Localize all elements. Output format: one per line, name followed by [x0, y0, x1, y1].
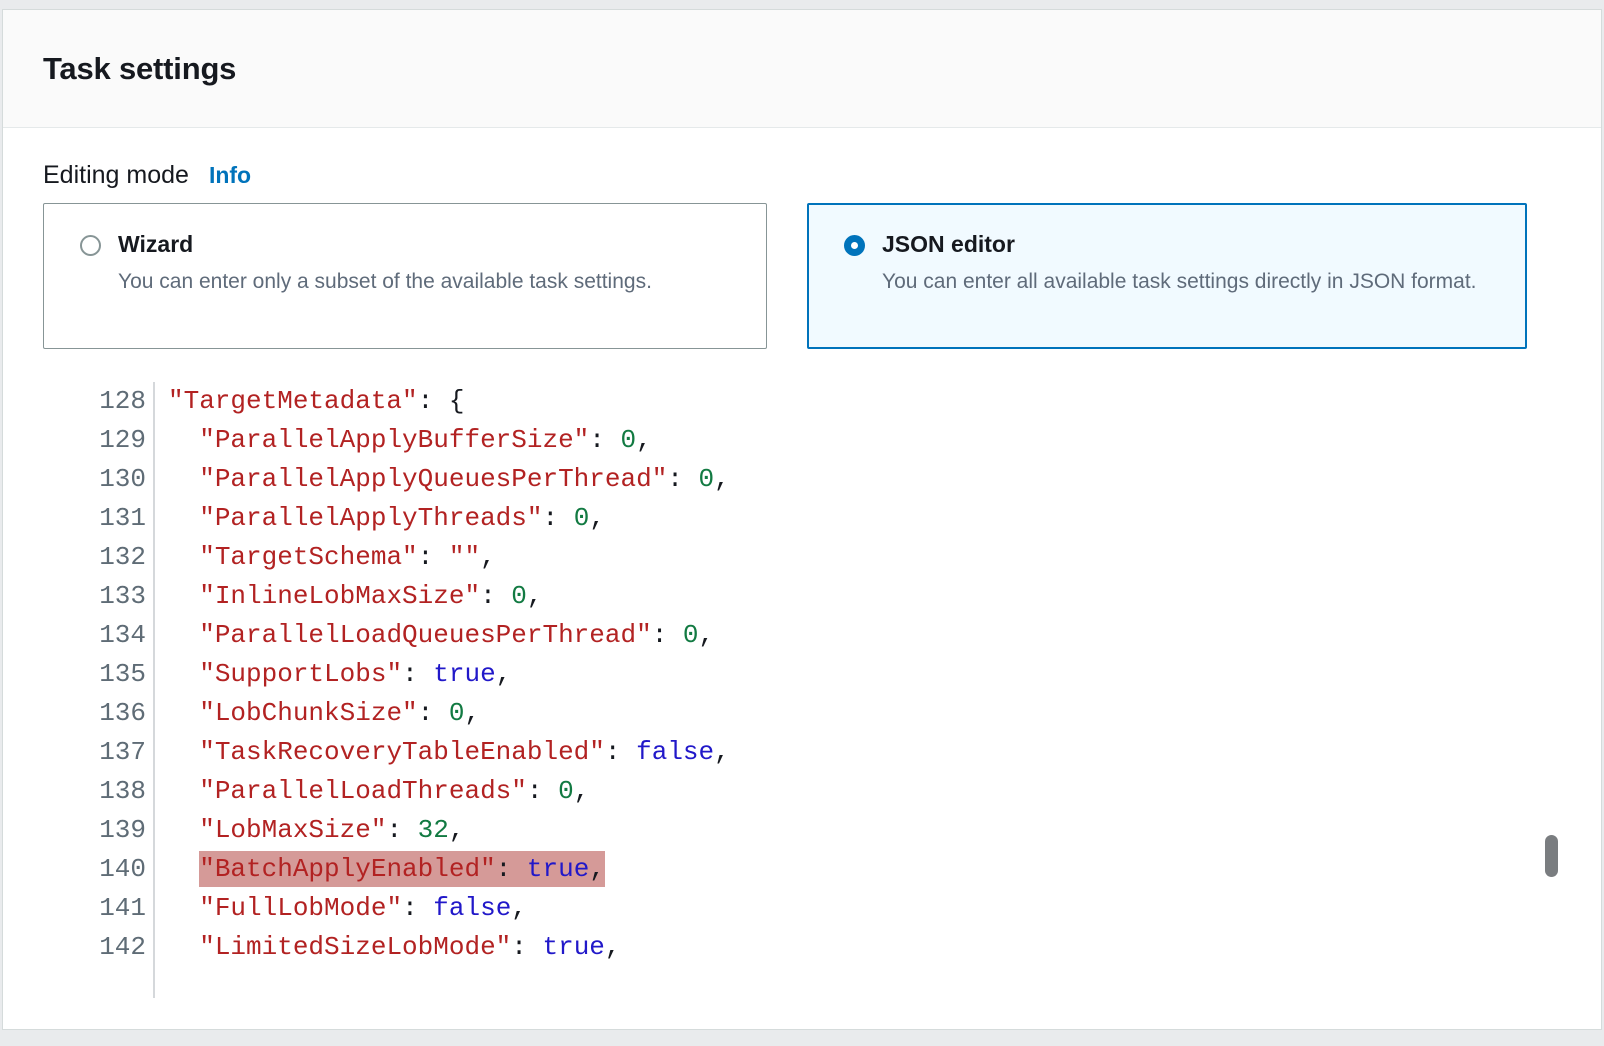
line-number: 134	[43, 616, 146, 655]
code-text: "ParallelApplyQueuesPerThread": 0,	[146, 460, 730, 499]
code-text: "InlineLobMaxSize": 0,	[146, 577, 543, 616]
editing-mode-row: Editing mode Info	[43, 161, 1561, 190]
line-number: 135	[43, 655, 146, 694]
line-number: 130	[43, 460, 146, 499]
code-text: "FullLobMode": false,	[146, 889, 527, 928]
code-text: "LobChunkSize": 0,	[146, 694, 480, 733]
line-number: 128	[43, 382, 146, 421]
wizard-card-text: Wizard You can enter only a subset of th…	[118, 231, 652, 348]
code-line: 134 "ParallelLoadQueuesPerThread": 0,	[43, 616, 1561, 655]
code-line: 141 "FullLobMode": false,	[43, 889, 1561, 928]
code-text: "BatchApplyEnabled": true,	[146, 850, 605, 889]
option-card-json-editor[interactable]: JSON editor You can enter all available …	[807, 203, 1527, 349]
editing-mode-label: Editing mode	[43, 161, 189, 190]
line-number: 139	[43, 811, 146, 850]
code-text: "ParallelLoadQueuesPerThread": 0,	[146, 616, 714, 655]
line-number: 142	[43, 928, 146, 967]
code-text: "TargetMetadata": {	[146, 382, 464, 421]
code-line: 130 "ParallelApplyQueuesPerThread": 0,	[43, 460, 1561, 499]
code-line: 133 "InlineLobMaxSize": 0,	[43, 577, 1561, 616]
code-line: 142 "LimitedSizeLobMode": true,	[43, 928, 1561, 967]
line-number: 133	[43, 577, 146, 616]
line-number: 136	[43, 694, 146, 733]
editing-mode-options: Wizard You can enter only a subset of th…	[43, 203, 1561, 349]
line-number: 137	[43, 733, 146, 772]
code-line: 128"TargetMetadata": {	[43, 382, 1561, 421]
code-line: 139 "LobMaxSize": 32,	[43, 811, 1561, 850]
task-settings-panel: Task settings Editing mode Info Wizard Y…	[2, 9, 1602, 1030]
json-editor-label: JSON editor	[882, 231, 1477, 258]
code-line: 129 "ParallelApplyBufferSize": 0,	[43, 421, 1561, 460]
line-number: 140	[43, 850, 146, 889]
code-line: 135 "SupportLobs": true,	[43, 655, 1561, 694]
code-line: 140 "BatchApplyEnabled": true,	[43, 850, 1561, 889]
code-text: "LobMaxSize": 32,	[146, 811, 465, 850]
line-number: 138	[43, 772, 146, 811]
json-editor-radio[interactable]	[844, 235, 865, 256]
wizard-radio[interactable]	[80, 235, 101, 256]
line-number: 132	[43, 538, 146, 577]
code-line: 137 "TaskRecoveryTableEnabled": false,	[43, 733, 1561, 772]
wizard-label: Wizard	[118, 231, 652, 258]
code-text: "LimitedSizeLobMode": true,	[146, 928, 621, 967]
json-editor-description: You can enter all available task setting…	[882, 267, 1477, 297]
wizard-description: You can enter only a subset of the avail…	[118, 267, 652, 297]
code-text: "ParallelLoadThreads": 0,	[146, 772, 589, 811]
highlighted-code: "BatchApplyEnabled": true,	[199, 851, 605, 887]
code-text: "TargetSchema": "",	[146, 538, 496, 577]
json-code-editor[interactable]: 128"TargetMetadata": {129 "ParallelApply…	[43, 382, 1561, 998]
panel-header: Task settings	[3, 10, 1601, 128]
code-line: 136 "LobChunkSize": 0,	[43, 694, 1561, 733]
code-line: 132 "TargetSchema": "",	[43, 538, 1561, 577]
option-card-wizard[interactable]: Wizard You can enter only a subset of th…	[43, 203, 767, 349]
code-text: "TaskRecoveryTableEnabled": false,	[146, 733, 730, 772]
code-text: "ParallelApplyBufferSize": 0,	[146, 421, 652, 460]
code-line: 131 "ParallelApplyThreads": 0,	[43, 499, 1561, 538]
page-title: Task settings	[43, 51, 236, 87]
json-editor-card-text: JSON editor You can enter all available …	[882, 231, 1477, 347]
info-link[interactable]: Info	[209, 162, 251, 189]
code-lines: 128"TargetMetadata": {129 "ParallelApply…	[43, 382, 1561, 967]
scrollbar-thumb[interactable]	[1545, 835, 1558, 877]
line-number: 129	[43, 421, 146, 460]
line-number: 131	[43, 499, 146, 538]
line-number: 141	[43, 889, 146, 928]
panel-body: Editing mode Info Wizard You can enter o…	[3, 128, 1601, 998]
code-text: "ParallelApplyThreads": 0,	[146, 499, 605, 538]
code-text: "SupportLobs": true,	[146, 655, 511, 694]
gutter-divider	[153, 382, 155, 998]
code-line: 138 "ParallelLoadThreads": 0,	[43, 772, 1561, 811]
